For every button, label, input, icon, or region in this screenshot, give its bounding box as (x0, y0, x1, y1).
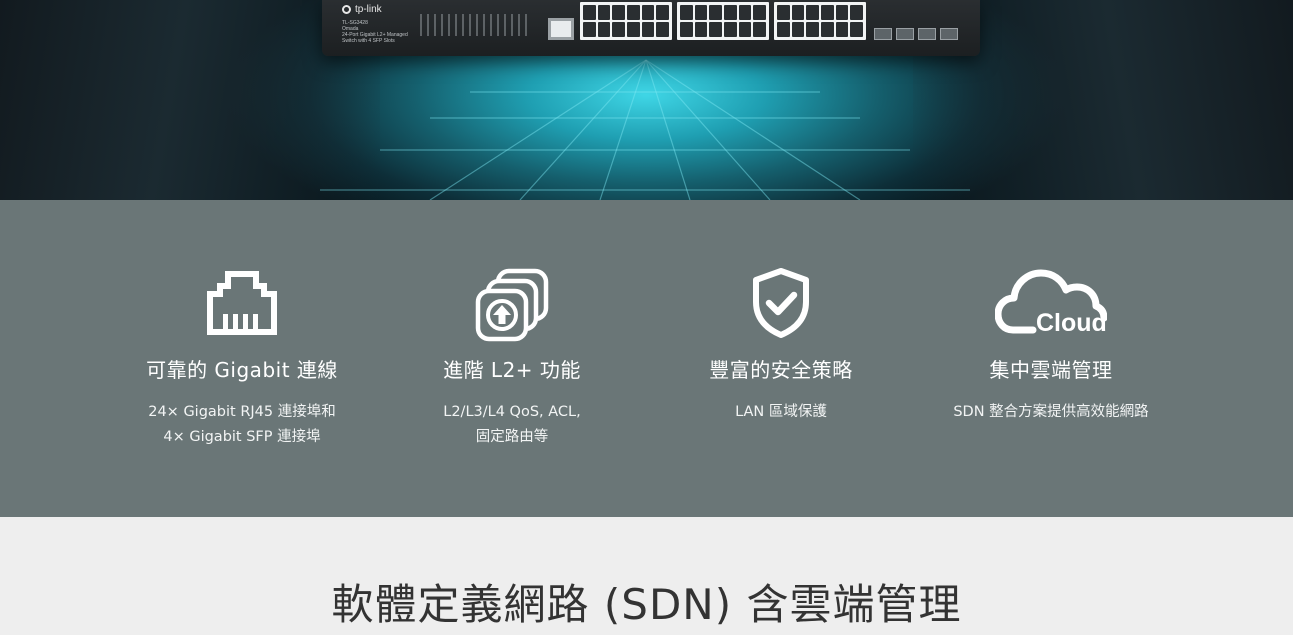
sfp-slot-2 (896, 28, 914, 40)
network-switch-image: tp-link TL-SG3428 Omada 24-Port Gigabit … (322, 0, 980, 56)
port-group-1 (580, 2, 672, 40)
port-group-3 (774, 2, 866, 40)
stacked-layers-upload-icon (475, 268, 549, 342)
brand-logo: tp-link (342, 4, 382, 15)
feature-title: 集中雲端管理 (989, 358, 1113, 382)
sfp-slot-4 (940, 28, 958, 40)
switch-led-panel (420, 14, 530, 36)
feature-title: 豐富的安全策略 (709, 358, 853, 382)
feature-description: SDN 整合方案提供高效能網路 (953, 404, 1149, 420)
feature-title: 進階 L2+ 功能 (443, 358, 581, 382)
console-port (548, 18, 574, 40)
feature-description: LAN 區域保護 (735, 404, 827, 420)
ethernet-port-icon (207, 271, 277, 335)
feature-description: L2/L3/L4 QoS, ACL, 固定路由等 (443, 404, 581, 445)
sfp-slot-1 (874, 28, 892, 40)
brand-logo-icon (342, 5, 351, 14)
hero-banner: tp-link TL-SG3428 Omada 24-Port Gigabit … (0, 0, 1293, 200)
brand-logo-text: tp-link (355, 4, 382, 15)
switch-model-label: TL-SG3428 Omada 24-Port Gigabit L2+ Mana… (342, 20, 408, 44)
port-group-2 (677, 2, 769, 40)
feature-title: 可靠的 Gigabit 連線 (146, 358, 338, 382)
feature-description: 24× Gigabit RJ45 連接埠和 4× Gigabit SFP 連接埠 (148, 404, 336, 445)
features-band: 可靠的 Gigabit 連線 24× Gigabit RJ45 連接埠和 4× … (0, 200, 1293, 517)
cloud-icon-text: Cloud (1036, 309, 1107, 337)
section-heading: 軟體定義網路 (SDN) 含雲端管理 (331, 580, 962, 629)
shield-check-icon (753, 268, 809, 338)
sfp-slot-3 (918, 28, 936, 40)
cloud-icon: Cloud (995, 269, 1107, 337)
